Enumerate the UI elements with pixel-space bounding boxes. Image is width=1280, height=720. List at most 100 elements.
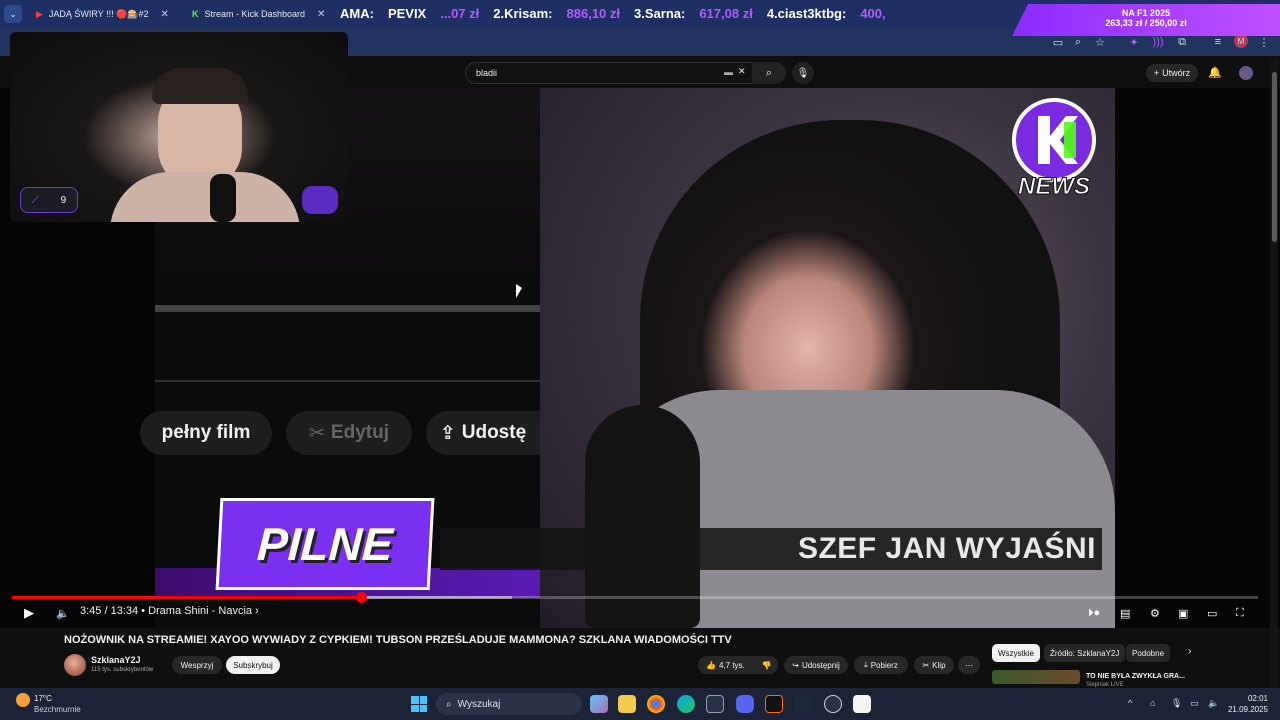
profile-avatar[interactable]: M bbox=[1234, 34, 1248, 48]
upload-icon: ⇪ bbox=[439, 422, 456, 444]
tab-search-button[interactable]: ⌄ bbox=[4, 5, 22, 23]
chapter-link[interactable]: • Drama Shini - Navcia › bbox=[141, 605, 259, 617]
create-label: Utwórz bbox=[1162, 68, 1191, 78]
facecam-counter-chip: ⟋ 9 bbox=[20, 187, 78, 213]
facecam-mic-shape bbox=[210, 174, 236, 222]
clock-date[interactable]: 21.09.2025 bbox=[1222, 705, 1268, 714]
more-actions-button[interactable]: ⋯ bbox=[958, 656, 980, 674]
bookmark-star-icon[interactable]: ☆ bbox=[1092, 34, 1108, 50]
shirt-shape bbox=[110, 172, 300, 222]
app-icon[interactable] bbox=[824, 695, 842, 713]
cast-icon[interactable]: ▭ bbox=[1050, 34, 1066, 50]
chip-all[interactable]: Wszystkie bbox=[992, 644, 1040, 662]
browser-tab-youtube[interactable]: ▶ JADĄ ŚWIRY !!! 🔴🎰#2 ✕ bbox=[30, 4, 180, 24]
video-pill-share: ⇪ Udostę bbox=[426, 411, 540, 455]
pill-label: pełny film bbox=[161, 422, 251, 443]
scissors-icon: ✂ bbox=[309, 422, 325, 444]
clock-time[interactable]: 02:01 bbox=[1232, 694, 1268, 703]
theater-button[interactable]: ▭ bbox=[1207, 604, 1217, 622]
microphone-shape bbox=[585, 405, 700, 628]
more-menu-icon[interactable]: ⋮ bbox=[1256, 34, 1272, 50]
zoom-icon[interactable]: ⌕ bbox=[1070, 34, 1086, 50]
scrollbar-thumb[interactable] bbox=[1272, 72, 1277, 242]
search-button[interactable]: ⌕ bbox=[752, 62, 786, 84]
recommendation-thumbnail[interactable] bbox=[992, 670, 1080, 684]
volume-icon[interactable]: 🔈 bbox=[1208, 698, 1219, 709]
miniplayer-button[interactable]: ▣ bbox=[1178, 604, 1188, 622]
gear-icon: ⚙ bbox=[1150, 607, 1160, 620]
account-avatar[interactable] bbox=[1239, 66, 1253, 80]
channel-name[interactable]: SzklanaY2J bbox=[91, 655, 141, 665]
clip-button[interactable]: ✂ Klip bbox=[914, 656, 954, 674]
plus-icon: + bbox=[1153, 68, 1160, 78]
counter-value: 9 bbox=[60, 194, 67, 206]
weather-icon[interactable] bbox=[16, 693, 30, 707]
download-button[interactable]: ⤓ Pobierz bbox=[854, 656, 908, 674]
leader-entry-value: 617,08 zł bbox=[699, 5, 753, 21]
clip-label: Klip bbox=[932, 660, 946, 670]
chevron-right-icon[interactable]: › bbox=[1188, 646, 1191, 657]
display-icon[interactable]: ▭ bbox=[1190, 698, 1199, 709]
pilne-banner: PILNE bbox=[215, 498, 435, 590]
leader-entry-name: 4.ciast3ktbg: bbox=[766, 5, 847, 21]
goal-progress: 263,33 zł / 250,00 zł bbox=[1105, 18, 1187, 28]
subscribe-button[interactable]: Subskrybuj bbox=[226, 656, 280, 674]
notifications-bell-icon[interactable]: 🔔 bbox=[1208, 66, 1222, 79]
taskbar-search[interactable]: ⌕ Wyszukaj bbox=[436, 693, 582, 715]
video-title: NOŻOWNIK NA STREAMIE! XAYOO WYWIADY Z CY… bbox=[64, 634, 732, 646]
chrome-icon[interactable] bbox=[647, 695, 665, 713]
extension-icon[interactable]: ))) bbox=[1150, 34, 1166, 50]
browser-tab-kick[interactable]: K Stream - Kick Dashboard ✕ bbox=[186, 4, 336, 24]
time-display: 3:45 / 13:34 • Drama Shini - Navcia › bbox=[80, 605, 259, 617]
microphone-icon[interactable]: 🎙 bbox=[1171, 698, 1182, 709]
discord-icon[interactable] bbox=[736, 695, 754, 713]
weather-temp[interactable]: 17°C bbox=[34, 694, 52, 703]
pill-label: Edytuj bbox=[330, 422, 389, 443]
extension-icon[interactable]: ✦ bbox=[1126, 34, 1142, 50]
theater-icon: ▭ bbox=[1207, 607, 1218, 620]
volume-icon: 🔈 bbox=[56, 607, 70, 620]
close-icon[interactable]: ✕ bbox=[161, 9, 169, 20]
leader-entry-name: 3.Sarna: bbox=[634, 5, 686, 21]
recommendation-title[interactable]: TO NIE BYŁA ZWYKŁA GRA... bbox=[1086, 673, 1185, 680]
keyboard-icon[interactable]: ▬ bbox=[724, 67, 733, 77]
file-explorer-icon[interactable] bbox=[618, 695, 636, 713]
clear-search-icon[interactable]: ✕ bbox=[738, 66, 746, 77]
mute-button[interactable]: 🔈 bbox=[56, 604, 70, 622]
chip-source[interactable]: Źródło: SzklanaY2J bbox=[1044, 644, 1126, 662]
subtitles-button[interactable]: ▤ bbox=[1120, 604, 1130, 622]
close-icon[interactable]: ✕ bbox=[317, 9, 325, 20]
store-icon[interactable] bbox=[706, 695, 724, 713]
autoplay-toggle[interactable]: ⏵︎● bbox=[1088, 604, 1100, 622]
settings-button[interactable]: ⚙ bbox=[1150, 604, 1160, 622]
video-pill-full-film: pełny film bbox=[140, 411, 272, 455]
play-button[interactable]: ▶ bbox=[24, 604, 34, 622]
app-icon[interactable] bbox=[765, 695, 783, 713]
puzzle-icon[interactable]: ⧉ bbox=[1174, 34, 1190, 50]
edge-icon[interactable] bbox=[677, 695, 695, 713]
like-icon[interactable]: 👍 bbox=[706, 661, 716, 670]
support-button[interactable]: Wesprzyj bbox=[172, 656, 222, 674]
fullscreen-button[interactable]: ⛶ bbox=[1236, 604, 1244, 622]
fullscreen-icon: ⛶ bbox=[1236, 606, 1244, 619]
copilot-app-icon[interactable] bbox=[590, 695, 608, 713]
network-icon[interactable]: ⌂ bbox=[1150, 698, 1155, 708]
voice-search-button[interactable]: 🎙 bbox=[792, 62, 814, 84]
search-value: bladii bbox=[476, 68, 498, 78]
chip-related[interactable]: Podobne bbox=[1126, 644, 1171, 662]
create-button[interactable]: + Utwórz bbox=[1146, 64, 1198, 82]
leader-entry-value: ...07 zł bbox=[440, 5, 480, 21]
autoplay-icon: ⏵︎● bbox=[1088, 606, 1101, 619]
app-icon[interactable] bbox=[853, 695, 871, 713]
share-button[interactable]: ↪ Udostępnij bbox=[784, 656, 848, 674]
search-input[interactable]: bladii ▬ ✕ bbox=[465, 62, 785, 84]
reading-list-icon[interactable]: ≡ bbox=[1210, 34, 1226, 50]
progress-scrubber[interactable] bbox=[356, 592, 367, 603]
steam-icon[interactable] bbox=[794, 695, 812, 713]
chevron-up-icon[interactable]: ^ bbox=[1128, 698, 1132, 708]
dislike-icon[interactable]: 👎 bbox=[762, 661, 772, 670]
start-button[interactable] bbox=[411, 696, 427, 712]
like-count[interactable]: 4,7 tys. bbox=[719, 661, 745, 670]
weather-description[interactable]: Bezchmurnie bbox=[34, 705, 81, 714]
channel-avatar[interactable] bbox=[64, 654, 86, 676]
